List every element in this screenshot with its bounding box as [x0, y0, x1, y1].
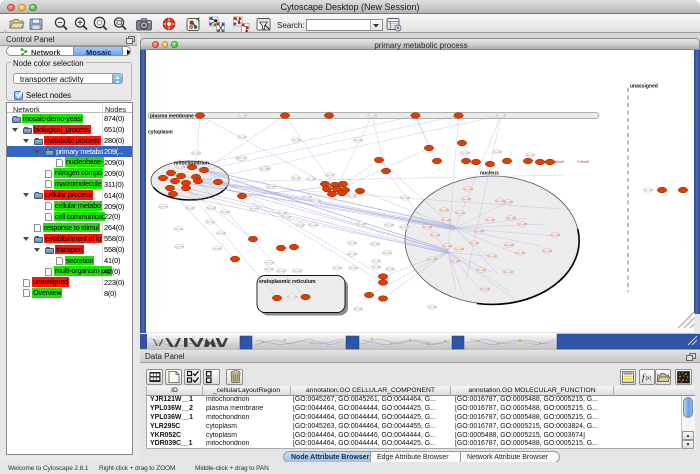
svg-text:Yxx-xW: Yxx-xW	[427, 257, 437, 261]
svg-text:Yxx-xW: Yxx-xW	[308, 223, 318, 227]
svg-text:Yxx-xW: Yxx-xW	[450, 259, 460, 263]
svg-text:Yxx-xW: Yxx-xW	[237, 135, 247, 139]
svg-text:Yxx-xW: Yxx-xW	[174, 227, 184, 231]
svg-text:Yxx-xW: Yxx-xW	[485, 218, 495, 222]
svg-text:endoplasmic reticulum: endoplasmic reticulum	[259, 279, 316, 285]
svg-text:Yxx-xW: Yxx-xW	[382, 251, 392, 255]
svg-text:Yxx-xW: Yxx-xW	[205, 220, 215, 224]
svg-text:Yxx-xW: Yxx-xW	[291, 138, 301, 142]
svg-text:unassigned: unassigned	[630, 84, 658, 90]
svg-text:Yxx-xW: Yxx-xW	[291, 176, 301, 180]
svg-text:Yxx-xW: Yxx-xW	[427, 305, 437, 309]
svg-text:Yxx-xW: Yxx-xW	[474, 229, 484, 233]
svg-text:Yxx-xW: Yxx-xW	[371, 265, 381, 269]
svg-text:Yxx-xW: Yxx-xW	[476, 268, 486, 272]
svg-text:Yxx-xW: Yxx-xW	[480, 287, 490, 291]
svg-text:Yxx-xW: Yxx-xW	[504, 243, 514, 247]
svg-text:Yxx-xW: Yxx-xW	[249, 207, 259, 211]
svg-text:Yxx-xW: Yxx-xW	[295, 223, 305, 227]
svg-text:Yxx-xW: Yxx-xW	[370, 242, 380, 246]
svg-text:Yxx-xW: Yxx-xW	[455, 211, 465, 215]
svg-text:Yxx-xW: Yxx-xW	[353, 138, 363, 142]
svg-text:Yxx-xW: Yxx-xW	[292, 269, 302, 273]
svg-text:Yxx-xW: Yxx-xW	[492, 150, 502, 154]
svg-text:Yxx-xW: Yxx-xW	[206, 206, 216, 210]
svg-text:Yxx-xW: Yxx-xW	[276, 269, 286, 273]
svg-text:Yxx-xW: Yxx-xW	[371, 259, 381, 263]
svg-text:Yxx-xW: Yxx-xW	[158, 205, 168, 209]
svg-text:Yxx-xW: Yxx-xW	[441, 218, 451, 222]
svg-text:Yxx-xW: Yxx-xW	[185, 206, 195, 210]
svg-text:Yxx-xW: Yxx-xW	[191, 151, 201, 155]
svg-text:Yxx-xW: Yxx-xW	[237, 156, 247, 160]
svg-text:Yxx-xW: Yxx-xW	[495, 199, 505, 203]
svg-text:Yxx-xW: Yxx-xW	[542, 249, 552, 253]
svg-text:Yxx-xW: Yxx-xW	[174, 245, 184, 249]
svg-text:Yxx-xW: Yxx-xW	[325, 173, 335, 177]
svg-text:Yxx-xW: Yxx-xW	[264, 267, 274, 271]
svg-text:Yxx-xW: Yxx-xW	[515, 251, 525, 255]
svg-text:Yxx-xW: Yxx-xW	[348, 266, 358, 270]
svg-text:Yxx-xW: Yxx-xW	[175, 165, 185, 169]
svg-text:Yxx-xW: Yxx-xW	[264, 261, 274, 265]
svg-text:Yxx-xW: Yxx-xW	[506, 216, 516, 220]
svg-text:Yxx-xW: Yxx-xW	[442, 244, 452, 248]
svg-text:Yxx-xW: Yxx-xW	[356, 222, 366, 226]
svg-text:Yxx-xW: Yxx-xW	[332, 266, 342, 270]
svg-text:Yxx-xW: Yxx-xW	[237, 114, 247, 118]
svg-text:Yxx-xW: Yxx-xW	[216, 231, 226, 235]
svg-text:Yxx-xW: Yxx-xW	[212, 247, 222, 251]
svg-text:Yxx-xW: Yxx-xW	[525, 153, 535, 157]
svg-text:Yxx-xW: Yxx-xW	[400, 196, 410, 200]
svg-text:Yxx-xW: Yxx-xW	[461, 197, 471, 201]
svg-text:Yxx-xW: Yxx-xW	[399, 225, 409, 229]
svg-text:plasma membrane: plasma membrane	[150, 113, 194, 119]
svg-text:Yxx-xW: Yxx-xW	[281, 215, 291, 219]
svg-text:Yxx-xW: Yxx-xW	[503, 270, 513, 274]
svg-text:Yxx-xW: Yxx-xW	[422, 225, 432, 229]
svg-text:Yxx-xW: Yxx-xW	[439, 208, 449, 212]
svg-text:Yxx-xW: Yxx-xW	[487, 254, 497, 258]
svg-text:Yxx-xW: Yxx-xW	[384, 223, 394, 227]
svg-text:Yxx-xW: Yxx-xW	[347, 252, 357, 256]
svg-text:Yxx-xW: Yxx-xW	[454, 247, 464, 251]
svg-text:Yxx-xW: Yxx-xW	[430, 233, 440, 237]
svg-text:Yxx-xW: Yxx-xW	[347, 241, 357, 245]
svg-text:cytoplasm: cytoplasm	[148, 130, 173, 136]
svg-text:Yxx-xW: Yxx-xW	[469, 241, 479, 245]
svg-text:Yxx-xW: Yxx-xW	[259, 167, 269, 171]
svg-text:Yxx-xW: Yxx-xW	[347, 194, 357, 198]
svg-text:Yxx-xW: Yxx-xW	[266, 185, 276, 189]
svg-text:Yxx-xW: Yxx-xW	[353, 307, 363, 311]
svg-text:Yxx-xW: Yxx-xW	[643, 188, 653, 192]
svg-text:Yxx-xW: Yxx-xW	[367, 114, 377, 118]
svg-text:Yxx-xW: Yxx-xW	[306, 177, 316, 181]
svg-text:Yxx-xW: Yxx-xW	[385, 267, 395, 271]
svg-text:Yxx-xW: Yxx-xW	[460, 151, 470, 155]
svg-text:Yxx-xW: Yxx-xW	[302, 195, 312, 199]
svg-text:Yxx-xW: Yxx-xW	[496, 114, 506, 118]
svg-text:Yxx-xW: Yxx-xW	[550, 233, 560, 237]
svg-text:Yxx-xW: Yxx-xW	[463, 187, 473, 191]
svg-text:Yxx-xW: Yxx-xW	[287, 295, 297, 299]
svg-text:Yxx-xW: Yxx-xW	[277, 211, 287, 215]
svg-text:Yxx-xW: Yxx-xW	[503, 200, 513, 204]
svg-text:Yxx-xW: Yxx-xW	[517, 222, 527, 226]
svg-text:Yxx-xW: Yxx-xW	[311, 199, 321, 203]
svg-text:nucleus: nucleus	[480, 171, 499, 177]
svg-text:Yxx-xW: Yxx-xW	[220, 210, 230, 214]
svg-text:(x): (x)	[646, 376, 652, 382]
svg-text:YxRxxW: YxRxxW	[577, 160, 589, 164]
